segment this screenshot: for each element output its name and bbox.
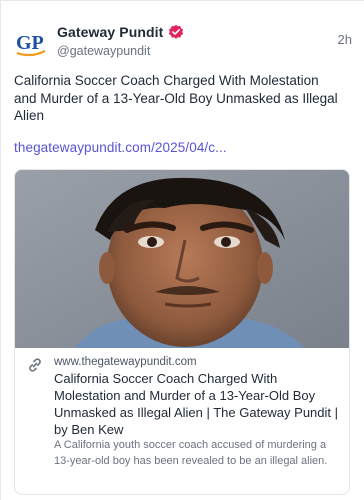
link-preview-image[interactable] <box>15 170 349 348</box>
author-name[interactable]: Gateway Pundit <box>57 24 163 40</box>
link-preview-title[interactable]: California Soccer Coach Charged With Mol… <box>54 370 344 438</box>
verified-badge-icon <box>168 24 184 40</box>
gateway-pundit-logo: GP <box>16 32 46 57</box>
author-block: Gateway Pundit @gatewaypundit <box>57 23 184 58</box>
link-preview-card[interactable]: www.thegatewaypundit.com California Socc… <box>14 169 350 495</box>
link-preview-description: A California youth soccer coach accused … <box>54 439 328 467</box>
post-timestamp[interactable]: 2h <box>338 32 352 47</box>
post-link[interactable]: thegatewaypundit.com/2025/04/c... <box>14 140 227 155</box>
post-header: GP Gateway Pundit @gatewaypundit 2h <box>1 1 364 67</box>
link-preview-domain: www.thegatewaypundit.com <box>54 356 197 368</box>
post-text: California Soccer Coach Charged With Mol… <box>14 73 338 123</box>
svg-text:GP: GP <box>16 32 44 54</box>
post-card[interactable]: GP Gateway Pundit @gatewaypundit 2h Cali… <box>0 0 364 500</box>
link-preview-body: www.thegatewaypundit.com California Socc… <box>15 348 349 494</box>
avatar[interactable]: GP <box>13 25 49 61</box>
author-handle[interactable]: @gatewaypundit <box>57 44 184 58</box>
chain-link-icon <box>27 357 43 373</box>
